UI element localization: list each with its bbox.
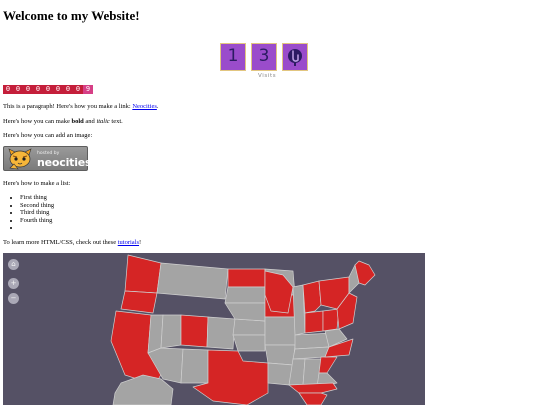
- formatting-paragraph: Here's how you can make bold and italic …: [3, 118, 123, 126]
- paragraph-text: This is a paragraph! Here's how you make…: [3, 103, 133, 110]
- hit-counter-digit: 9: [83, 85, 93, 94]
- state-region: [302, 280, 322, 314]
- formatting-text: Here's how you can make: [3, 118, 72, 125]
- hit-counter-digit: 0: [55, 85, 61, 93]
- hit-counter-digit: 0: [15, 85, 21, 93]
- list-item: Second thing: [20, 202, 54, 210]
- hit-counter-digit: 0: [45, 85, 51, 93]
- list-item: Fourth thing: [20, 217, 54, 225]
- learn-text: To learn more HTML/CSS, check out these: [3, 239, 118, 246]
- state-region: [322, 308, 340, 332]
- state-region: [160, 314, 182, 349]
- state-region: [264, 344, 296, 366]
- state-region: [318, 356, 338, 374]
- list-item: Third thing: [20, 209, 54, 217]
- bold-text: bold: [71, 118, 84, 125]
- hit-counter: 0 0 0 0 0 0 0 0 9: [3, 85, 93, 94]
- image-paragraph: Here's how you can add an image:: [3, 132, 93, 139]
- hosted-by-neocities-badge[interactable]: hosted by neocities: [3, 146, 92, 171]
- state-region: [180, 314, 209, 348]
- page-title: Welcome to my Website!: [3, 8, 140, 23]
- hit-counter-digit: 0: [75, 85, 81, 93]
- state-region: [224, 286, 266, 304]
- state-region: [180, 348, 209, 384]
- learn-suffix: !: [139, 239, 142, 246]
- cursor-hand-icon: [288, 49, 302, 66]
- state-region: [298, 392, 328, 405]
- state-region: [227, 268, 266, 288]
- state-region: [232, 318, 266, 336]
- learn-paragraph: To learn more HTML/CSS, check out these …: [3, 239, 141, 247]
- neocities-cat-icon: [8, 148, 32, 170]
- state-region: [124, 254, 162, 294]
- tutorials-link[interactable]: tutorials: [118, 239, 139, 246]
- state-region: [206, 316, 236, 350]
- zoom-out-icon[interactable]: −: [8, 293, 19, 304]
- hit-counter-digit: 0: [5, 85, 11, 93]
- formatting-suffix: text.: [109, 118, 123, 125]
- hit-counter-digit: 0: [25, 85, 31, 93]
- state-region: [120, 290, 158, 314]
- state-region: [264, 316, 298, 346]
- hit-counter-digit: 0: [35, 85, 41, 93]
- italic-text: italic: [96, 118, 110, 125]
- badge-big-text: neocities: [37, 156, 92, 169]
- formatting-middle: and: [83, 118, 97, 125]
- visits-label: Visits: [258, 73, 277, 79]
- visit-counter: 1 3: [220, 43, 308, 71]
- list-item: First thing: [20, 194, 54, 202]
- state-region: [156, 262, 229, 300]
- state-region: [232, 334, 266, 352]
- hit-counter-digit: 0: [65, 85, 71, 93]
- map-canvas: [110, 254, 376, 405]
- zoom-in-icon[interactable]: +: [8, 278, 19, 289]
- example-list: First thing Second thing Third thing Fou…: [3, 194, 54, 232]
- state-region: [304, 310, 324, 334]
- us-states-map[interactable]: ⌂ + −: [3, 253, 425, 405]
- home-icon[interactable]: ⌂: [8, 259, 19, 270]
- state-region: [224, 302, 266, 322]
- list-intro: Here's how to make a list:: [3, 180, 71, 187]
- counter-badge: [282, 43, 308, 71]
- list-item: [20, 224, 54, 232]
- link-paragraph: This is a paragraph! Here's how you make…: [3, 103, 159, 111]
- paragraph-suffix: .: [156, 103, 159, 110]
- neocities-link[interactable]: Neocities: [132, 103, 157, 110]
- state-region: [288, 382, 338, 394]
- counter-digit: 3: [251, 43, 277, 71]
- counter-digit: 1: [220, 43, 246, 71]
